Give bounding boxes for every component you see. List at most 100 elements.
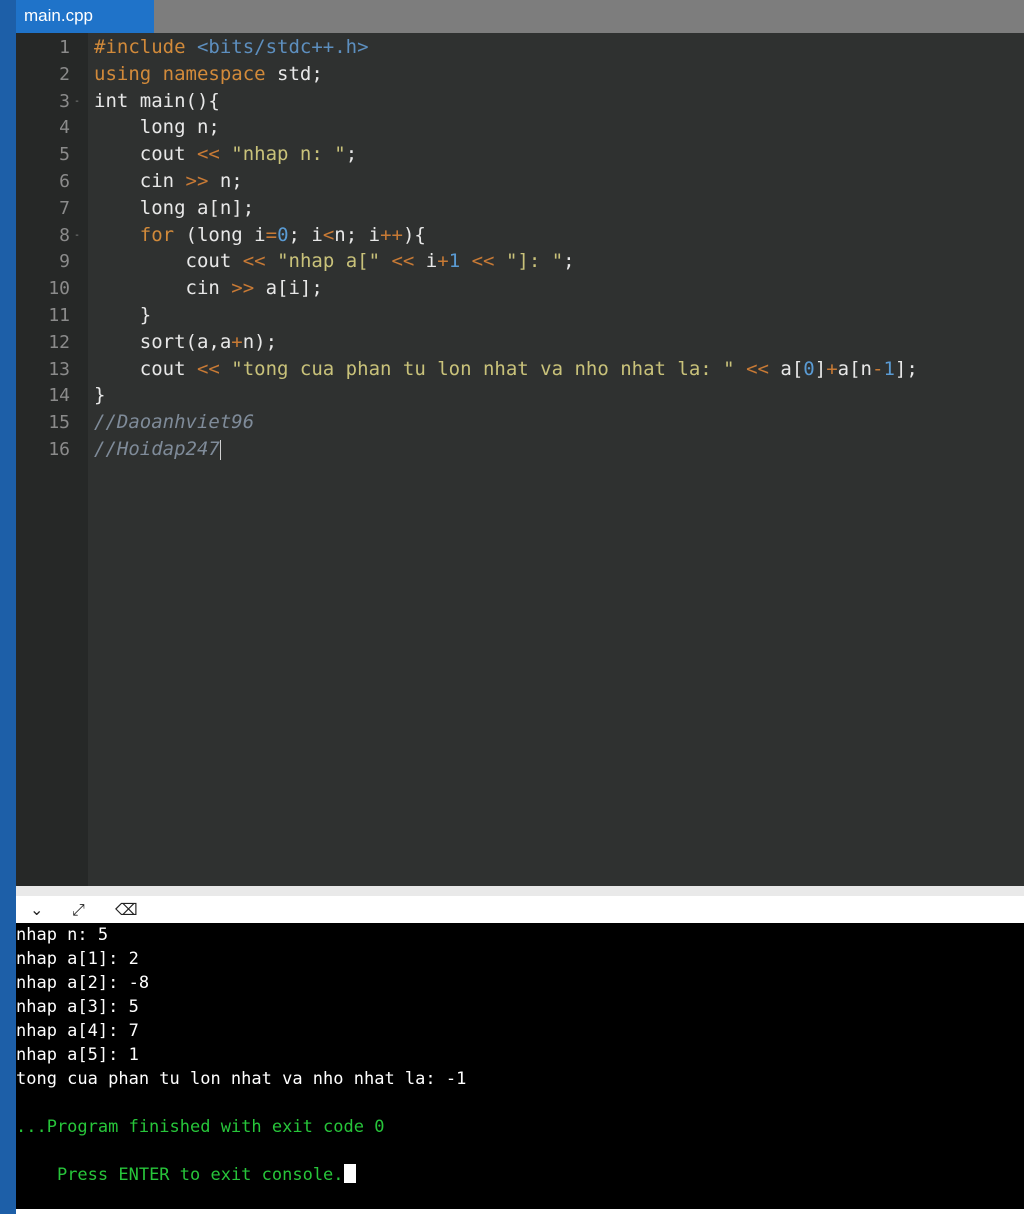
code-line[interactable]: 16 //Hoidap247 bbox=[16, 436, 1024, 463]
code-line[interactable]: 13 cout << "tong cua phan tu lon nhat va… bbox=[16, 356, 1024, 383]
code-token: ; i bbox=[288, 223, 323, 246]
code-token: } bbox=[94, 384, 106, 407]
code-token: 0 bbox=[277, 223, 289, 246]
code-line[interactable]: 4 long n; bbox=[16, 114, 1024, 141]
line-number: 10 bbox=[48, 278, 70, 300]
code-token: #include bbox=[94, 36, 186, 58]
code-token: + bbox=[437, 250, 449, 273]
code-line[interactable]: 12 sort(a,a+n); bbox=[16, 329, 1024, 356]
code-text: cout << "nhap a[" << i+1 << "]: "; bbox=[94, 248, 575, 275]
code-token: >> bbox=[231, 277, 255, 300]
code-text: cout << "tong cua phan tu lon nhat va nh… bbox=[94, 356, 918, 383]
code-line[interactable]: 2 using namespace std; bbox=[16, 61, 1024, 88]
code-line[interactable]: 1 #include <bits/stdc++.h> bbox=[16, 34, 1024, 61]
code-line[interactable]: 14} bbox=[16, 382, 1024, 409]
code-text: } bbox=[94, 302, 151, 329]
code-token: << bbox=[471, 250, 495, 273]
line-number: 8 bbox=[59, 224, 70, 246]
panel-splitter[interactable] bbox=[16, 886, 1024, 896]
code-token: a[i]; bbox=[254, 277, 323, 300]
code-text: for (long i=0; i<n; i++){ bbox=[94, 222, 426, 249]
code-text: //Hoidap247 bbox=[94, 436, 221, 463]
console-line: nhap n: 5 bbox=[16, 925, 109, 945]
code-token: cout bbox=[94, 357, 197, 380]
code-line[interactable]: 6 cin >> n; bbox=[16, 168, 1024, 195]
code-token: i bbox=[414, 250, 438, 273]
line-number: 15 bbox=[48, 412, 70, 434]
code-text: //Daoanhviet96 bbox=[94, 409, 254, 436]
code-text: #include <bits/stdc++.h> bbox=[94, 34, 369, 61]
bottom-strip bbox=[16, 1209, 1024, 1214]
code-token: < bbox=[322, 223, 335, 246]
fold-toggle-icon[interactable]: - bbox=[74, 88, 80, 115]
code-token: ++ bbox=[380, 223, 403, 246]
code-token: } bbox=[94, 304, 152, 326]
expand-icon[interactable]: ⤢ bbox=[72, 896, 85, 923]
code-line[interactable]: 10 cin >> a[i]; bbox=[16, 275, 1024, 302]
console-line: nhap a[2]: -8 bbox=[16, 973, 150, 993]
code-token: sort(a,a bbox=[94, 330, 232, 353]
code-token: ] bbox=[814, 357, 827, 380]
code-token: <bits/stdc++.h> bbox=[196, 36, 369, 58]
text-cursor bbox=[219, 439, 221, 460]
code-editor[interactable]: 1 #include <bits/stdc++.h> 2 using namespac… bbox=[16, 33, 1024, 886]
code-text: cin >> n; bbox=[94, 168, 243, 195]
code-token: - bbox=[871, 357, 884, 380]
console-line: nhap a[5]: 1 bbox=[16, 1045, 139, 1065]
code-token: ; bbox=[345, 143, 358, 166]
console-line: nhap a[4]: 7 bbox=[16, 1021, 139, 1041]
chevron-down-icon[interactable]: ⌄ bbox=[30, 896, 43, 923]
line-number: 11 bbox=[48, 305, 70, 326]
line-number: 14 bbox=[48, 385, 70, 407]
code-token: cin bbox=[94, 277, 232, 300]
code-token: long n; bbox=[94, 116, 220, 139]
console-cursor bbox=[343, 1164, 356, 1183]
editor-tab-bar: main.cpp bbox=[16, 0, 1024, 33]
code-line[interactable]: 3- int main(){ bbox=[16, 88, 1024, 115]
line-number: 1 bbox=[59, 37, 70, 58]
code-text: using namespace std; bbox=[94, 61, 323, 88]
code-token: ]; bbox=[894, 357, 918, 380]
line-number: 9 bbox=[59, 251, 70, 273]
line-number: 16 bbox=[48, 439, 70, 460]
code-token: //Daoanhviet96 bbox=[94, 411, 255, 434]
line-number: 12 bbox=[48, 331, 70, 353]
code-line[interactable]: 7 long a[n]; bbox=[16, 195, 1024, 222]
code-text: long a[n]; bbox=[94, 195, 254, 222]
code-line[interactable]: 15 //Daoanhviet96 bbox=[16, 409, 1024, 436]
console-line: nhap a[3]: 5 bbox=[16, 997, 139, 1017]
code-token: "nhap n: " bbox=[231, 143, 346, 166]
code-line[interactable]: 8- for (long i=0; i<n; i++){ bbox=[16, 222, 1024, 249]
code-token: + bbox=[231, 330, 243, 353]
console-output[interactable]: nhap n: 5 nhap a[1]: 2 nhap a[2]: -8 nha… bbox=[16, 923, 1024, 1209]
code-line[interactable]: 5 cout << "nhap n: "; bbox=[16, 141, 1024, 168]
tab-main-cpp[interactable]: main.cpp bbox=[16, 0, 154, 33]
line-number: 4 bbox=[59, 117, 70, 139]
line-number: 7 bbox=[59, 197, 70, 219]
code-token: using bbox=[94, 62, 152, 85]
code-token: for bbox=[139, 223, 175, 246]
line-number: 5 bbox=[59, 144, 70, 166]
console-line: tong cua phan tu lon nhat va nho nhat la… bbox=[16, 1069, 467, 1089]
fold-toggle-icon[interactable]: - bbox=[74, 222, 80, 249]
code-token: a[ bbox=[768, 357, 804, 380]
line-number: 3 bbox=[59, 90, 70, 112]
code-token: //Hoidap247 bbox=[94, 438, 220, 460]
line-number: 2 bbox=[59, 63, 70, 85]
code-token: int main(){ bbox=[94, 89, 220, 112]
code-text: cout << "nhap n: "; bbox=[94, 141, 357, 168]
code-line[interactable]: 9 cout << "nhap a[" << i+1 << "]: "; bbox=[16, 248, 1024, 275]
code-text: cin >> a[i]; bbox=[94, 275, 323, 302]
clear-console-icon[interactable]: ⌫ bbox=[115, 896, 138, 923]
code-token: 1 bbox=[883, 357, 895, 380]
code-token: "]: " bbox=[505, 250, 564, 273]
code-text: } bbox=[94, 382, 105, 409]
code-line[interactable]: 11 } bbox=[16, 302, 1024, 329]
line-number: 13 bbox=[48, 358, 70, 380]
line-number: 6 bbox=[59, 171, 70, 192]
window-left-edge bbox=[0, 0, 16, 1214]
